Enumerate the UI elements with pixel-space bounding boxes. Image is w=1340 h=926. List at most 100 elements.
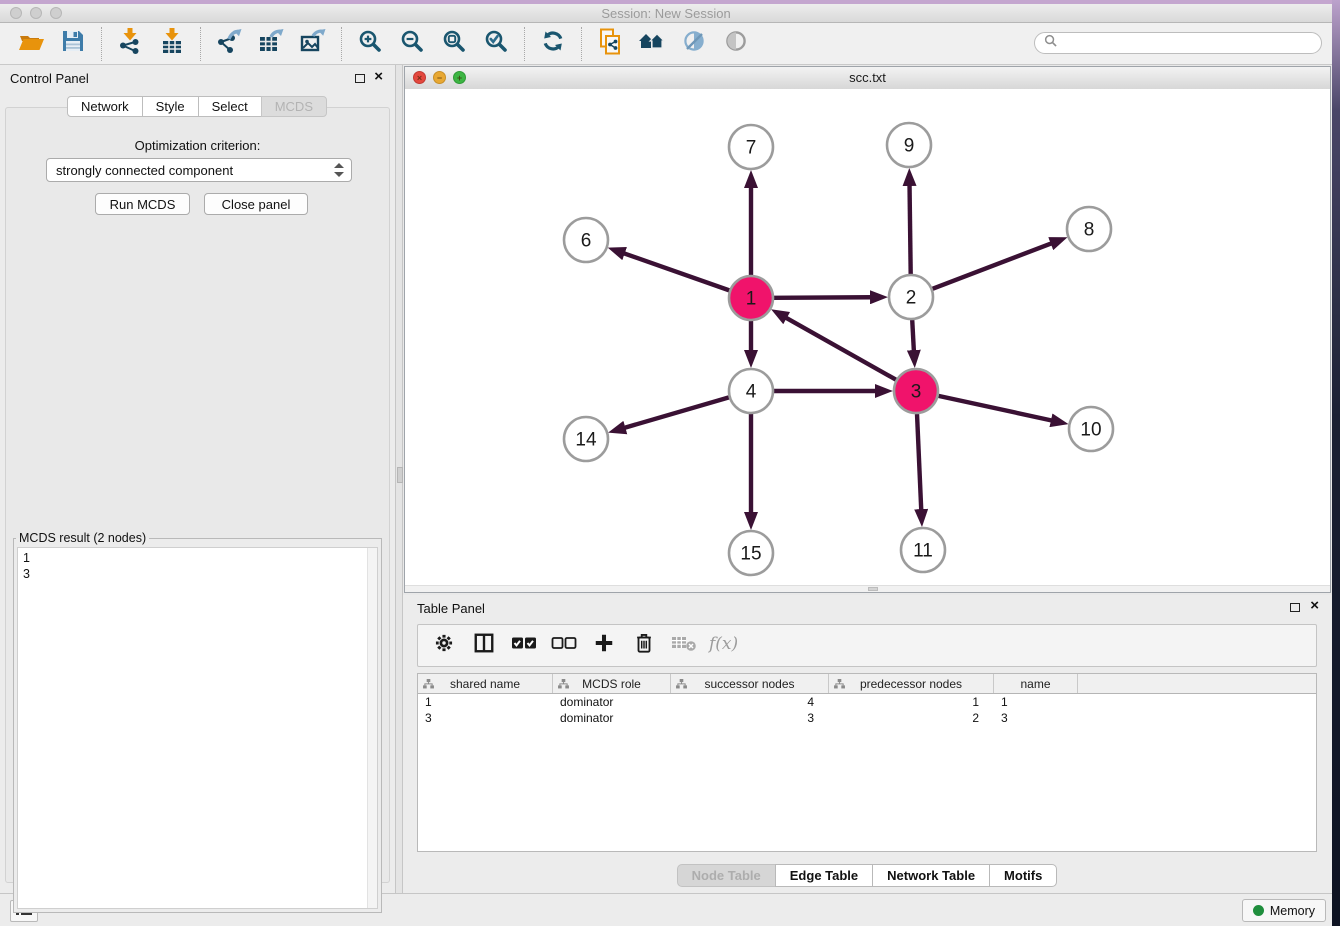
column-header-MCDS-role[interactable]: MCDS role (553, 674, 671, 693)
export-network-button[interactable] (208, 26, 250, 62)
preview-button[interactable] (715, 26, 757, 62)
control-panel-header: Control Panel × (0, 65, 395, 91)
hierarchy-icon (676, 678, 687, 692)
network-hscrollbar[interactable] (405, 585, 1330, 592)
table-cell[interactable]: 2 (829, 710, 994, 726)
mcds-result-title: MCDS result (2 nodes) (16, 531, 149, 545)
graph-node-10[interactable]: 10 (1069, 407, 1113, 451)
tab-network-table[interactable]: Network Table (872, 864, 990, 887)
graph-node-1[interactable]: 1 (729, 276, 773, 320)
refresh-button[interactable] (532, 26, 574, 62)
tab-edge-table[interactable]: Edge Table (775, 864, 873, 887)
table-panel: Table Panel × f(x) shared nameMCDS roles… (403, 595, 1332, 893)
tab-motifs[interactable]: Motifs (989, 864, 1057, 887)
memory-button[interactable]: Memory (1242, 899, 1326, 922)
graph-node-14[interactable]: 14 (564, 417, 608, 461)
open-session-button[interactable] (10, 26, 52, 62)
table-panel-float-icon[interactable] (1290, 603, 1300, 612)
graph-node-8[interactable]: 8 (1067, 207, 1111, 251)
graph-node-4[interactable]: 4 (729, 369, 773, 413)
zoom-out-button[interactable] (391, 26, 433, 62)
column-header-shared-name[interactable]: shared name (418, 674, 553, 693)
table-cell[interactable]: 3 (671, 710, 829, 726)
graph-node-6[interactable]: 6 (564, 218, 608, 262)
zoom-selected-button[interactable] (475, 26, 517, 62)
function-builder-button: f(x) (706, 629, 742, 663)
gear-button[interactable] (426, 629, 462, 663)
svg-text:11: 11 (913, 541, 933, 562)
export-table-icon (258, 28, 284, 59)
table-cell[interactable]: 1 (829, 694, 994, 710)
edge-1-6[interactable] (623, 253, 730, 290)
edge-3-10[interactable] (938, 396, 1052, 421)
mcds-result-textarea[interactable]: 13 (17, 547, 378, 909)
table-cell[interactable]: 3 (418, 710, 553, 726)
edge-3-11[interactable] (917, 414, 921, 511)
run-mcds-button[interactable]: Run MCDS (95, 193, 190, 215)
graph-node-9[interactable]: 9 (887, 123, 931, 167)
panel-splitter[interactable] (395, 65, 403, 893)
criterion-selected-value: strongly connected component (56, 163, 233, 178)
criterion-select[interactable]: strongly connected component (46, 158, 352, 182)
column-header-predecessor-nodes[interactable]: predecessor nodes (829, 674, 994, 693)
tab-network[interactable]: Network (67, 96, 143, 117)
columns-button[interactable] (466, 629, 502, 663)
close-panel-button[interactable]: Close panel (204, 193, 308, 215)
table-panel-close-icon[interactable]: × (1310, 597, 1319, 615)
share-session-button[interactable] (589, 26, 631, 62)
table-cell[interactable]: dominator (553, 694, 671, 710)
table-row[interactable]: 1dominator411 (418, 694, 1316, 710)
graph-node-7[interactable]: 7 (729, 125, 773, 169)
column-header-name[interactable]: name (994, 674, 1078, 693)
table-cell[interactable]: dominator (553, 710, 671, 726)
edge-2-3[interactable] (912, 320, 914, 352)
export-image-button[interactable] (292, 26, 334, 62)
import-network-button[interactable] (109, 26, 151, 62)
control-panel-close-icon[interactable]: × (374, 68, 383, 86)
result-scrollbar[interactable] (367, 548, 377, 908)
zoom-fit-button[interactable] (433, 26, 475, 62)
add-button[interactable] (586, 629, 622, 663)
table-cell[interactable]: 1 (418, 694, 553, 710)
import-table-button[interactable] (151, 26, 193, 62)
result-line: 1 (23, 550, 30, 566)
edge-4-14[interactable] (623, 397, 728, 428)
table-header-row: shared nameMCDS role successor nodes prede… (418, 674, 1316, 694)
table-cell[interactable]: 3 (994, 710, 1078, 726)
export-table-button[interactable] (250, 26, 292, 62)
graph-node-11[interactable]: 11 (901, 528, 945, 572)
deselect-all-button[interactable] (546, 629, 582, 663)
edge-2-8[interactable] (932, 243, 1052, 289)
column-header-label: successor nodes (704, 677, 794, 691)
select-all-button[interactable] (506, 629, 542, 663)
table-cell[interactable]: 4 (671, 694, 829, 710)
network-canvas[interactable]: 7 9 6 8 1 2 4 3 14 10 15 11 (405, 89, 1330, 586)
edge-2-9[interactable] (910, 184, 911, 274)
hide-annotations-button[interactable] (673, 26, 715, 62)
edge-3-1[interactable] (785, 317, 896, 380)
network-hscrollbar-thumb[interactable] (868, 587, 878, 591)
tab-node-table[interactable]: Node Table (677, 864, 776, 887)
search-input[interactable] (1062, 35, 1312, 51)
main-toolbar (0, 23, 1332, 65)
save-session-button[interactable] (52, 26, 94, 62)
tab-mcds[interactable]: MCDS (261, 96, 327, 117)
search-icon (1044, 34, 1057, 52)
control-panel-float-icon[interactable] (355, 74, 365, 83)
table-row[interactable]: 3dominator323 (418, 710, 1316, 726)
edge-1-2[interactable] (774, 297, 872, 298)
table-panel-title: Table Panel (417, 601, 485, 616)
home-button[interactable] (631, 26, 673, 62)
memory-label: Memory (1270, 904, 1315, 918)
delete-button[interactable] (626, 629, 662, 663)
toolbar-separator (200, 27, 201, 61)
tab-style[interactable]: Style (142, 96, 199, 117)
graph-node-15[interactable]: 15 (729, 531, 773, 575)
zoom-in-button[interactable] (349, 26, 391, 62)
graph-node-2[interactable]: 2 (889, 275, 933, 319)
network-window-titlebar[interactable]: × − + scc.txt (405, 67, 1330, 90)
column-header-successor-nodes[interactable]: successor nodes (671, 674, 829, 693)
table-cell[interactable]: 1 (994, 694, 1078, 710)
graph-node-3[interactable]: 3 (894, 369, 938, 413)
tab-select[interactable]: Select (198, 96, 262, 117)
